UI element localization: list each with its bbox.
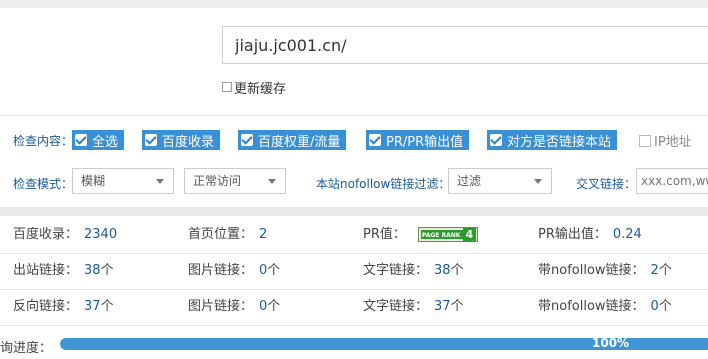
stat-text-links: 文字链接： 38个 <box>363 253 464 289</box>
stat-value: 2 <box>650 263 659 278</box>
check-icon[interactable] <box>145 134 157 146</box>
stat-unit: 个 <box>100 299 114 314</box>
ip-checkbox[interactable] <box>639 134 651 147</box>
stat-value: 38 <box>434 263 451 278</box>
stat-unit: 个 <box>658 299 672 314</box>
divider <box>0 115 708 116</box>
stat-unit: 个 <box>267 299 281 314</box>
stat-image-links: 图片链接： 0个 <box>188 289 280 325</box>
stat-baidu-index: 百度收录： 2340 <box>13 217 117 253</box>
option-pr[interactable]: PR/PR输出值 <box>366 130 470 150</box>
chevron-down-icon <box>268 179 276 184</box>
stat-unit: 个 <box>100 263 114 278</box>
check-icon[interactable] <box>75 134 87 146</box>
nofollow-filter-value: 过滤 <box>457 174 482 188</box>
check-mode-label: 检查模式： <box>13 177 74 191</box>
stat-text-links: 文字链接： 37个 <box>363 289 464 325</box>
mode-value: 模糊 <box>81 174 106 188</box>
stat-label: 图片链接： <box>188 299 254 314</box>
refresh-cache-label: 更新缓存 <box>234 81 287 97</box>
stats-row: 百度收录： 2340 首页位置： 2 PR值： PAGE RANK 4 PR输出值： 0.… <box>0 217 708 253</box>
stat-outbound-links: 出站链接： 38个 <box>13 253 114 289</box>
option-ip-address[interactable]: IP地址 <box>639 131 692 150</box>
stat-label: PR输出值： <box>538 227 607 242</box>
cross-link-label: 交叉链接： <box>576 177 637 191</box>
check-icon[interactable] <box>241 134 253 146</box>
stat-label: PR值： <box>363 227 406 242</box>
option-baidu-index[interactable]: 百度收录 <box>142 130 221 150</box>
stat-value: 0.24 <box>612 227 642 242</box>
divider <box>0 325 708 326</box>
stat-unit: 个 <box>658 263 672 278</box>
option-linkback[interactable]: 对方是否链接本站 <box>487 130 618 150</box>
stat-pr: PR值： PAGE RANK 4 <box>363 217 478 253</box>
option-label: 百度收录 <box>162 134 215 150</box>
access-value: 正常访问 <box>193 174 242 188</box>
stat-pr-output: PR输出值： 0.24 <box>538 217 642 253</box>
stat-label: 带nofollow链接： <box>538 263 645 278</box>
option-label: IP地址 <box>654 135 692 150</box>
stat-label: 反向链接： <box>13 299 79 314</box>
stat-label: 首页位置： <box>188 227 254 242</box>
section-divider <box>0 207 708 216</box>
stat-image-links: 图片链接： 0个 <box>188 253 280 289</box>
chevron-down-icon <box>534 179 542 184</box>
stat-label: 百度收录： <box>13 227 79 242</box>
access-select[interactable]: 正常访问 <box>184 168 286 194</box>
nofollow-filter-label: 本站nofollow链接过滤： <box>316 177 451 191</box>
stat-backlinks: 反向链接： 37个 <box>13 289 114 325</box>
refresh-cache-option[interactable]: 更新缓存 <box>222 78 287 97</box>
refresh-cache-checkbox[interactable] <box>222 82 232 92</box>
stat-unit: 个 <box>267 263 281 278</box>
option-label: 对方是否链接本站 <box>507 134 612 150</box>
stat-unit: 个 <box>450 263 464 278</box>
stats-row: 出站链接： 38个 图片链接： 0个 文字链接： 38个 带nofollow链接： 2个 <box>0 253 708 289</box>
check-content-label: 检查内容： <box>13 134 74 148</box>
stat-value: 37 <box>434 299 451 314</box>
pagerank-value: 4 <box>462 228 476 241</box>
stat-label: 图片链接： <box>188 263 254 278</box>
progress-percent: 100% <box>592 336 630 350</box>
stat-value: 0 <box>650 299 659 314</box>
stat-value: 2 <box>259 227 268 242</box>
check-icon[interactable] <box>369 134 381 146</box>
cross-link-input[interactable] <box>636 168 708 194</box>
check-icon[interactable] <box>490 134 502 146</box>
stat-home-position: 首页位置： 2 <box>188 217 267 253</box>
url-input[interactable] <box>222 26 708 64</box>
option-label: 全选 <box>92 134 119 150</box>
stat-value: 37 <box>84 299 101 314</box>
stat-nofollow-links: 带nofollow链接： 2个 <box>538 253 672 289</box>
chevron-down-icon <box>156 179 164 184</box>
stat-nofollow-links: 带nofollow链接： 0个 <box>538 289 672 325</box>
pagerank-badge-text: PAGE RANK <box>421 232 461 239</box>
option-label: 百度权重/流量 <box>258 134 341 150</box>
option-select-all[interactable]: 全选 <box>72 130 125 150</box>
top-bar <box>0 0 708 8</box>
pagerank-badge: PAGE RANK 4 <box>417 227 478 242</box>
stat-label: 带nofollow链接： <box>538 299 645 314</box>
stat-label: 文字链接： <box>363 299 429 314</box>
stat-unit: 个 <box>450 299 464 314</box>
progress-label: 询进度： <box>0 341 53 356</box>
stat-label: 出站链接： <box>13 263 79 278</box>
mode-select[interactable]: 模糊 <box>72 168 174 194</box>
option-baidu-weight[interactable]: 百度权重/流量 <box>238 130 347 150</box>
option-label: PR/PR输出值 <box>386 134 464 150</box>
stats-row: 反向链接： 37个 图片链接： 0个 文字链接： 37个 带nofollow链接： 0个 <box>0 289 708 325</box>
nofollow-filter-select[interactable]: 过滤 <box>448 168 552 194</box>
stat-value: 2340 <box>84 227 118 242</box>
stat-label: 文字链接： <box>363 263 429 278</box>
stat-value: 38 <box>84 263 101 278</box>
